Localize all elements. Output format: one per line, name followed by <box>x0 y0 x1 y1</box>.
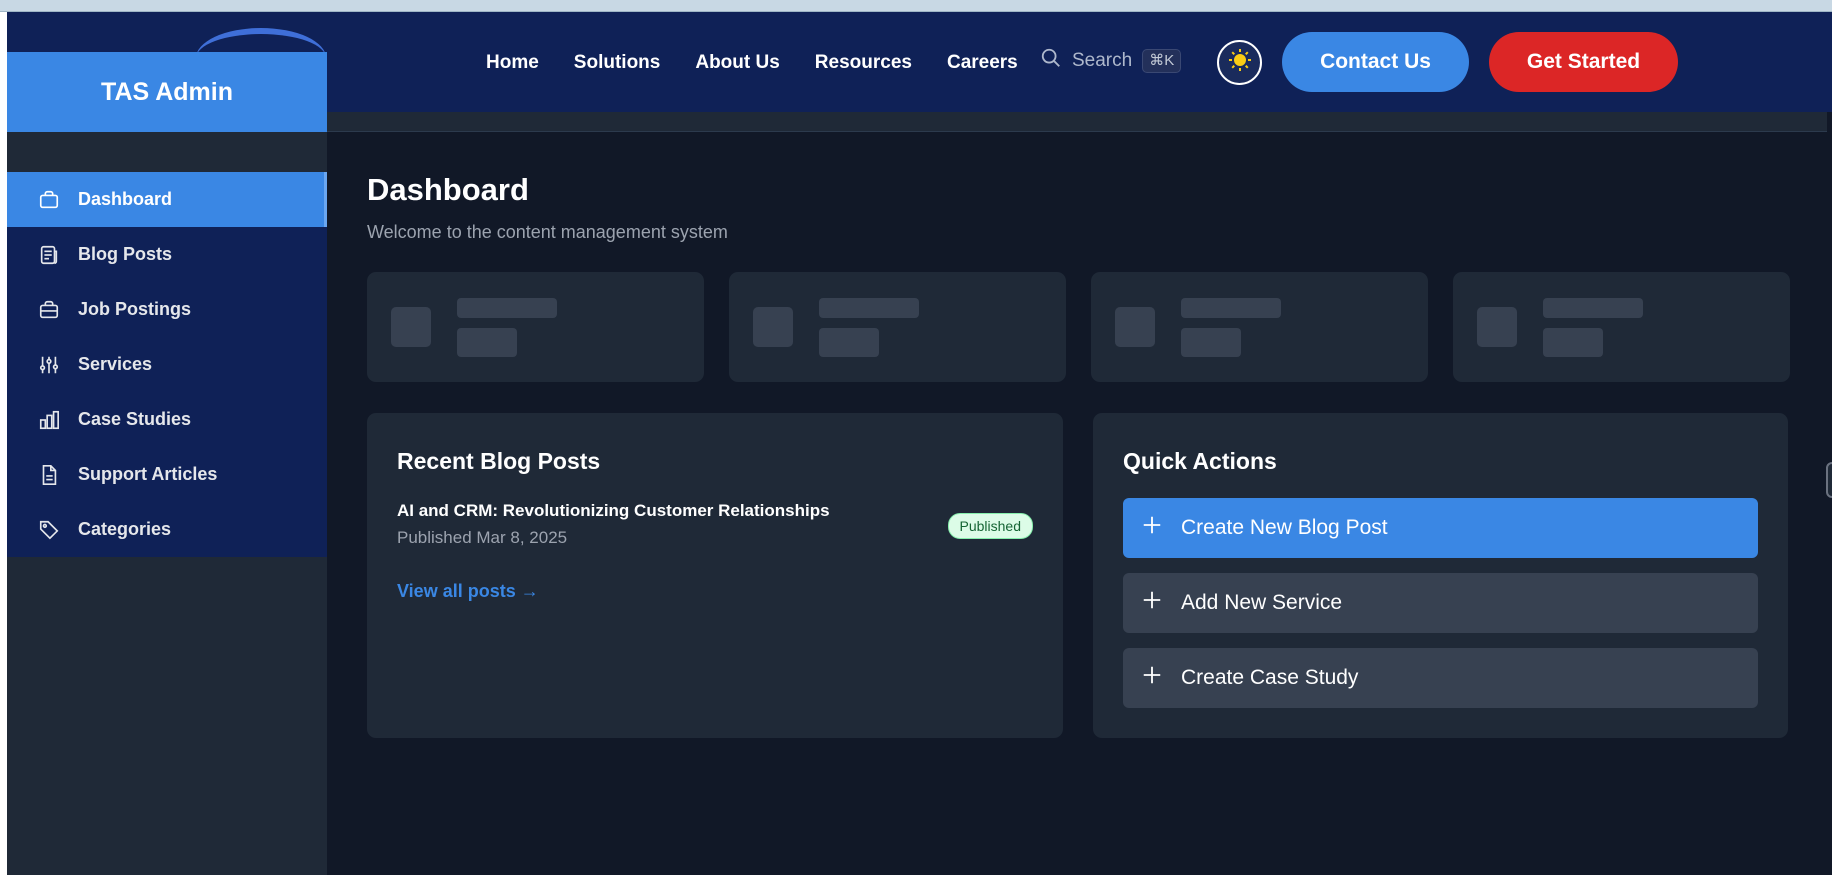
stat-card-loading <box>367 272 704 382</box>
scroll-handle[interactable] <box>1826 462 1832 498</box>
sidebar-item-support-articles[interactable]: Support Articles <box>7 447 327 502</box>
post-date: Published Mar 8, 2025 <box>397 528 568 547</box>
briefcase-icon <box>38 189 60 211</box>
sidebar-item-label: Blog Posts <box>78 244 173 264</box>
get-started-button[interactable]: Get Started <box>1489 32 1678 92</box>
nav-link-resources[interactable]: Resources <box>815 52 912 74</box>
theme-toggle-button[interactable] <box>1217 40 1262 85</box>
newspaper-icon <box>38 244 60 266</box>
sidebar-item-label: Job Postings <box>78 299 192 319</box>
contact-us-button[interactable]: Contact Us <box>1282 32 1469 92</box>
sidebar-nav: Dashboard Blog Posts Job Postings Servic… <box>7 172 327 557</box>
plus-icon <box>1141 664 1163 692</box>
search-trigger[interactable]: Search ⌘K <box>1040 47 1182 74</box>
sidebar-item-dashboard[interactable]: Dashboard <box>7 172 327 227</box>
sidebar-item-label: Case Studies <box>78 409 192 429</box>
list-item[interactable]: AI and CRM: Revolutionizing Customer Rel… <box>397 501 1033 548</box>
create-case-study-button[interactable]: Create Case Study <box>1123 648 1758 708</box>
post-title[interactable]: AI and CRM: Revolutionizing Customer Rel… <box>397 501 1033 521</box>
briefcase-alt-icon <box>38 299 60 321</box>
skeleton-icon <box>391 307 431 347</box>
skeleton-label <box>1181 298 1281 318</box>
status-badge: Published <box>947 513 1033 539</box>
nav-link-solutions[interactable]: Solutions <box>574 52 661 74</box>
window-edge <box>0 12 7 875</box>
tag-icon <box>38 519 60 541</box>
stat-card-loading <box>1453 272 1790 382</box>
sun-icon <box>1228 48 1252 77</box>
action-label: Create Case Study <box>1181 666 1359 689</box>
skeleton-value <box>819 328 879 357</box>
sidebar-item-services[interactable]: Services <box>7 337 327 392</box>
sidebar-item-label: Categories <box>78 519 172 539</box>
panel-title: Quick Actions <box>1123 448 1277 474</box>
header-divider-bar <box>327 112 1827 132</box>
skeleton-icon <box>1115 307 1155 347</box>
search-label: Search <box>1072 49 1133 71</box>
nav-link-careers[interactable]: Careers <box>947 52 1018 74</box>
page-subtitle: Welcome to the content management system <box>367 222 728 242</box>
search-shortcut-badge: ⌘K <box>1142 48 1182 73</box>
browser-chrome-strip <box>0 0 1832 12</box>
skeleton-label <box>1543 298 1643 318</box>
nav-link-about-us[interactable]: About Us <box>695 52 779 74</box>
plus-icon <box>1141 514 1163 542</box>
skeleton-value <box>1543 328 1603 357</box>
skeleton-icon <box>753 307 793 347</box>
stat-card-loading <box>729 272 1066 382</box>
main-nav: Home Solutions About Us Resources Career… <box>486 52 1018 74</box>
sidebar-brand[interactable]: TAS Admin <box>7 52 327 132</box>
skeleton-label <box>457 298 557 318</box>
sidebar-item-blog-posts[interactable]: Blog Posts <box>7 227 327 282</box>
create-blog-post-button[interactable]: Create New Blog Post <box>1123 498 1758 558</box>
sidebar-item-label: Services <box>78 354 153 374</box>
view-all-posts-link[interactable]: View all posts → <box>397 581 539 602</box>
skeleton-label <box>819 298 919 318</box>
bar-chart-icon <box>38 409 60 431</box>
main-content: Dashboard Welcome to the content managem… <box>367 172 1790 738</box>
recent-blog-posts-panel: Recent Blog Posts AI and CRM: Revolution… <box>367 413 1063 738</box>
admin-sidebar: TAS Admin Dashboard Blog Posts Job Posti… <box>7 52 327 875</box>
action-label: Create New Blog Post <box>1181 516 1388 539</box>
search-icon <box>1040 47 1062 74</box>
skeleton-icon <box>1477 307 1517 347</box>
panel-title: Recent Blog Posts <box>397 448 601 474</box>
action-label: Add New Service <box>1181 591 1343 614</box>
quick-actions-panel: Quick Actions Create New Blog Post Add N… <box>1093 413 1788 738</box>
add-service-button[interactable]: Add New Service <box>1123 573 1758 633</box>
skeleton-value <box>1181 328 1241 357</box>
document-icon <box>38 464 60 486</box>
stat-card-loading <box>1091 272 1428 382</box>
sidebar-item-label: Support Articles <box>78 464 218 484</box>
skeleton-value <box>457 328 517 357</box>
sidebar-item-case-studies[interactable]: Case Studies <box>7 392 327 447</box>
sidebar-item-label: Dashboard <box>78 189 173 209</box>
stat-cards-row <box>367 272 1790 382</box>
sidebar-item-categories[interactable]: Categories <box>7 502 327 557</box>
nav-link-home[interactable]: Home <box>486 52 539 74</box>
page-title: Dashboard <box>367 172 529 207</box>
plus-icon <box>1141 589 1163 617</box>
sidebar-item-job-postings[interactable]: Job Postings <box>7 282 327 337</box>
sliders-icon <box>38 354 60 376</box>
